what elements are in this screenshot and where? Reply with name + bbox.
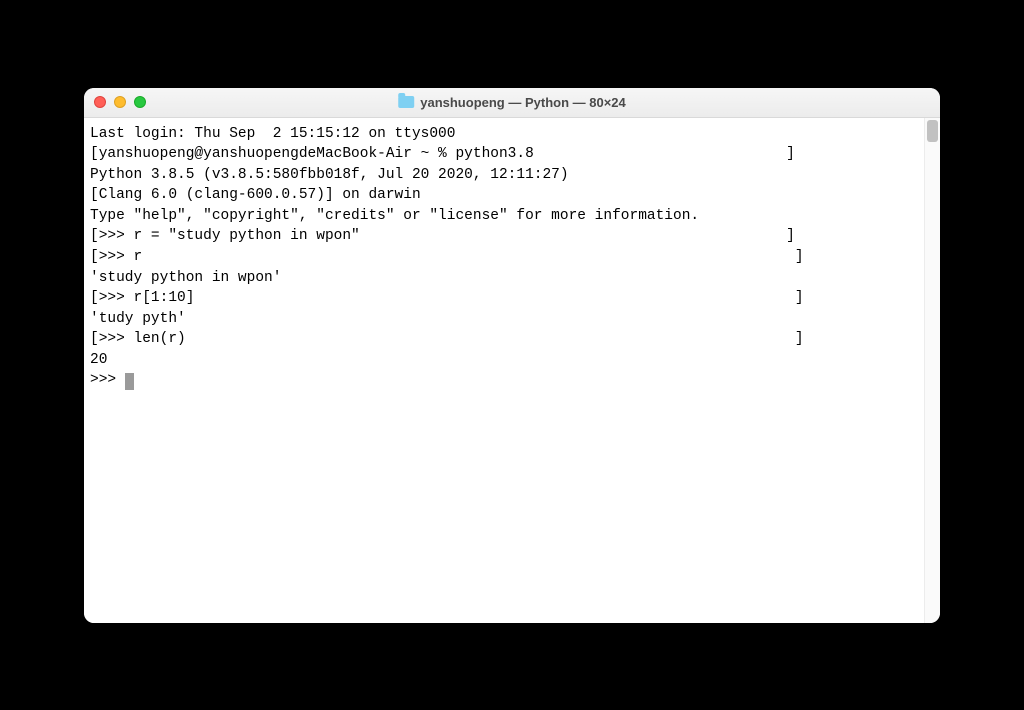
terminal-line: 20 xyxy=(90,350,920,371)
terminal-line: Python 3.8.5 (v3.8.5:580fbb018f, Jul 20 … xyxy=(90,165,920,186)
terminal-line: [yanshuopeng@yanshuopengdeMacBook-Air ~ … xyxy=(90,144,920,165)
terminal-line: [>>> r ] xyxy=(90,247,920,268)
terminal-line: Type "help", "copyright", "credits" or "… xyxy=(90,206,920,227)
maximize-icon[interactable] xyxy=(134,96,146,108)
terminal-line: 'tudy pyth' xyxy=(90,309,920,330)
terminal-line: Last login: Thu Sep 2 15:15:12 on ttys00… xyxy=(90,124,920,145)
terminal-line: [Clang 6.0 (clang-600.0.57)] on darwin xyxy=(90,185,920,206)
terminal-line: [>>> len(r) ] xyxy=(90,329,920,350)
terminal-line: [>>> r = "study python in wpon" ] xyxy=(90,226,920,247)
terminal-line: [>>> r[1:10] ] xyxy=(90,288,920,309)
terminal-prompt-line: >>> xyxy=(90,370,920,391)
window-title-wrap: yanshuopeng — Python — 80×24 xyxy=(398,95,626,110)
terminal-output[interactable]: Last login: Thu Sep 2 15:15:12 on ttys00… xyxy=(84,118,924,623)
close-icon[interactable] xyxy=(94,96,106,108)
terminal-window: yanshuopeng — Python — 80×24 Last login:… xyxy=(84,88,940,623)
cursor-icon xyxy=(125,373,134,390)
scrollbar-thumb[interactable] xyxy=(927,120,938,142)
terminal-prompt: >>> xyxy=(90,372,125,388)
window-title: yanshuopeng — Python — 80×24 xyxy=(420,95,626,110)
minimize-icon[interactable] xyxy=(114,96,126,108)
scrollbar[interactable] xyxy=(924,118,940,623)
content-area: Last login: Thu Sep 2 15:15:12 on ttys00… xyxy=(84,118,940,623)
terminal-line: 'study python in wpon' xyxy=(90,268,920,289)
titlebar[interactable]: yanshuopeng — Python — 80×24 xyxy=(84,88,940,118)
folder-icon xyxy=(398,96,414,108)
traffic-lights xyxy=(94,96,146,108)
